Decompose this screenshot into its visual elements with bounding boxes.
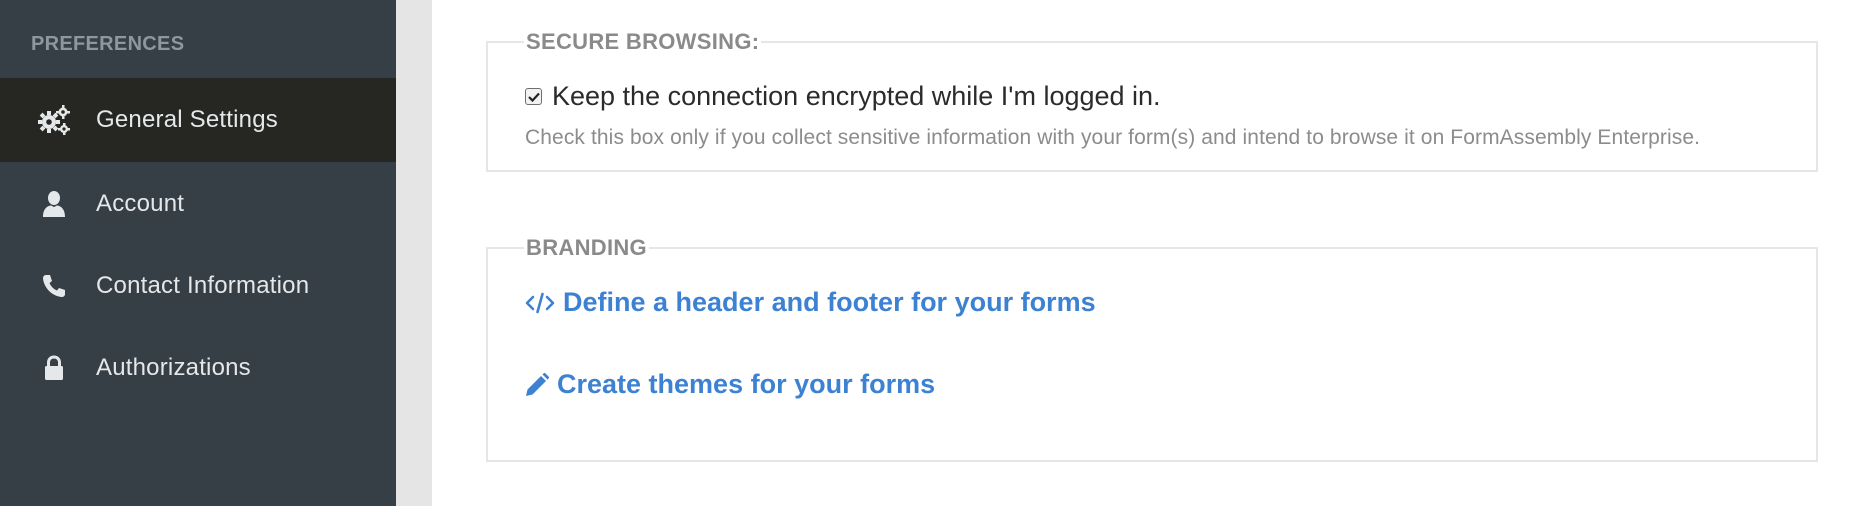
sidebar-item-label: Contact Information xyxy=(96,272,310,299)
link-label[interactable]: Create themes for your forms xyxy=(557,369,935,400)
sidebar-item-label: General Settings xyxy=(96,106,278,133)
main-content: SECURE BROWSING: Keep the connection enc… xyxy=(432,0,1854,506)
sidebar: PREFERENCES General Settings Account Con… xyxy=(0,0,396,506)
sidebar-gutter xyxy=(396,0,432,506)
encrypt-connection-checkbox[interactable] xyxy=(525,88,542,105)
sidebar-item-authorizations[interactable]: Authorizations xyxy=(0,326,396,410)
link-label[interactable]: Define a header and footer for your form… xyxy=(563,287,1096,318)
section-legend: SECURE BROWSING: xyxy=(524,29,762,55)
define-header-footer-link[interactable]: Define a header and footer for your form… xyxy=(525,287,1096,318)
lock-icon xyxy=(37,351,71,385)
secure-browsing-section: SECURE BROWSING: Keep the connection enc… xyxy=(486,29,1818,172)
sidebar-item-general-settings[interactable]: General Settings xyxy=(0,78,396,162)
code-icon xyxy=(525,291,555,315)
pencil-icon xyxy=(525,372,549,397)
encrypt-connection-row: Keep the connection encrypted while I'm … xyxy=(525,81,1161,112)
sidebar-heading: PREFERENCES xyxy=(31,33,185,55)
user-icon xyxy=(37,187,71,221)
encrypt-connection-label[interactable]: Keep the connection encrypted while I'm … xyxy=(552,81,1161,112)
gears-icon xyxy=(37,103,71,137)
section-legend: BRANDING xyxy=(524,235,649,261)
create-themes-link[interactable]: Create themes for your forms xyxy=(525,369,935,400)
sidebar-item-label: Authorizations xyxy=(96,354,251,381)
sidebar-item-account[interactable]: Account xyxy=(0,162,396,246)
checkmark-icon xyxy=(527,92,540,102)
sidebar-item-label: Account xyxy=(96,190,185,217)
phone-icon xyxy=(37,269,71,303)
help-text: Check this box only if you collect sensi… xyxy=(525,126,1701,149)
branding-section: BRANDING Define a header and footer for … xyxy=(486,235,1818,462)
sidebar-item-contact-information[interactable]: Contact Information xyxy=(0,244,396,328)
